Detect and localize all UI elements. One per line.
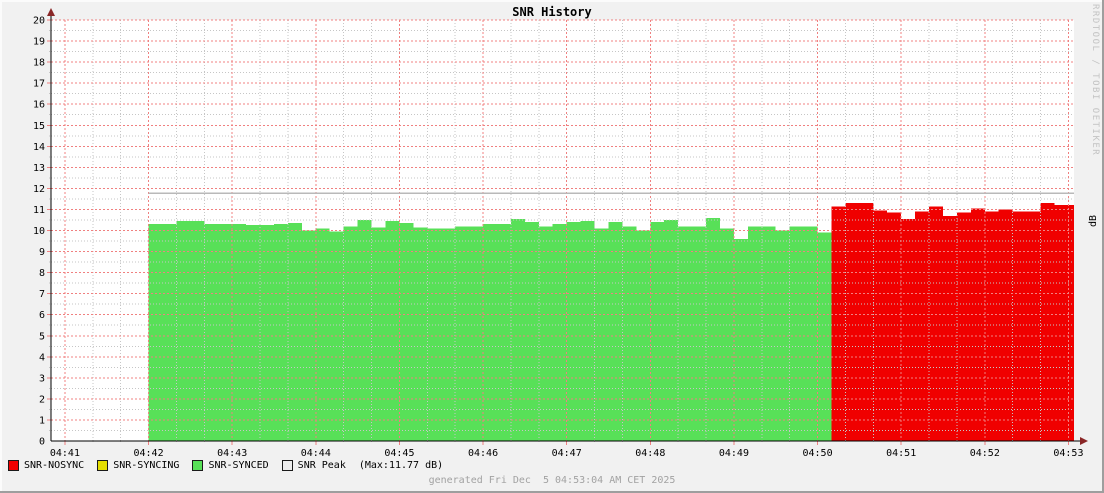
svg-text:20: 20	[33, 16, 45, 27]
x-tick-labels: 04:41 04:42 04:43 04:44 04:45 04:46 04:47 04:48…	[50, 448, 1084, 459]
svg-text:11: 11	[33, 205, 45, 216]
legend-swatch-snr-synced	[192, 460, 204, 471]
x-axis-arrow	[1080, 437, 1088, 445]
svg-text:0: 0	[39, 437, 45, 448]
svg-text:04:42: 04:42	[134, 448, 164, 459]
rrdtool-graph: SNR History 0 1 2 3 4 5 6 7 8 9 10 11 12 13 14 15 16 17 18…	[0, 0, 1104, 493]
svg-text:9: 9	[39, 247, 45, 258]
svg-text:04:49: 04:49	[719, 448, 749, 459]
legend-label-snr-peak: SNR Peak	[297, 460, 346, 471]
legend: SNR-NOSYNC SNR-SYNCING SNR-SYNCED SNR Pe…	[8, 460, 443, 471]
svg-text:16: 16	[33, 100, 45, 111]
y-tick-labels: 01234567891011121314151617181920	[33, 16, 45, 448]
svg-text:04:48: 04:48	[635, 448, 665, 459]
legend-item-snr-syncing: SNR-SYNCING	[97, 460, 179, 471]
legend-label-snr-synced: SNR-SYNCED	[208, 460, 269, 471]
svg-text:6: 6	[39, 310, 45, 321]
series-snr-nosync	[831, 203, 1074, 441]
svg-text:18: 18	[33, 58, 45, 69]
y-axis-unit-label: dB	[1088, 215, 1099, 228]
svg-text:10: 10	[33, 226, 45, 237]
snr-history-chart: 0123456789101112131415161718192004:41 04:…	[33, 8, 1088, 459]
svg-text:04:45: 04:45	[384, 448, 414, 459]
svg-text:04:43: 04:43	[217, 448, 247, 459]
svg-text:17: 17	[33, 79, 45, 90]
svg-text:04:52: 04:52	[970, 448, 1000, 459]
legend-max-annotation: (Max:11.77 dB)	[358, 460, 444, 471]
svg-text:3: 3	[39, 373, 45, 384]
legend-label-snr-syncing: SNR-SYNCING	[113, 460, 180, 471]
svg-text:4: 4	[39, 352, 45, 363]
y-axis-arrow	[47, 8, 55, 16]
svg-text:04:50: 04:50	[802, 448, 832, 459]
svg-text:5: 5	[39, 331, 45, 342]
generated-timestamp: generated Fri Dec 5 04:53:04 AM CET 2025	[428, 475, 676, 486]
svg-text:15: 15	[33, 121, 45, 132]
svg-text:13: 13	[33, 163, 45, 174]
svg-text:04:46: 04:46	[468, 448, 498, 459]
svg-text:04:53: 04:53	[1053, 448, 1083, 459]
legend-item-snr-nosync: SNR-NOSYNC	[8, 460, 84, 471]
svg-text:1: 1	[39, 415, 45, 426]
svg-text:8: 8	[39, 268, 45, 279]
svg-text:04:47: 04:47	[552, 448, 582, 459]
svg-text:7: 7	[39, 289, 45, 300]
svg-text:04:51: 04:51	[886, 448, 916, 459]
legend-item-snr-peak: SNR Peak	[281, 460, 346, 471]
legend-swatch-snr-peak	[281, 460, 293, 471]
svg-text:14: 14	[33, 142, 45, 153]
svg-text:12: 12	[33, 184, 45, 195]
rrdtool-watermark: RRDTOOL / TOBI OETIKER	[1090, 4, 1100, 157]
svg-text:04:41: 04:41	[50, 448, 80, 459]
svg-text:04:44: 04:44	[301, 448, 331, 459]
svg-text:2: 2	[39, 394, 45, 405]
legend-swatch-snr-nosync	[8, 460, 19, 471]
svg-text:19: 19	[33, 37, 45, 48]
legend-swatch-snr-syncing	[97, 460, 109, 471]
legend-label-snr-nosync: SNR-NOSYNC	[24, 460, 85, 471]
legend-item-snr-synced: SNR-SYNCED	[192, 460, 269, 471]
